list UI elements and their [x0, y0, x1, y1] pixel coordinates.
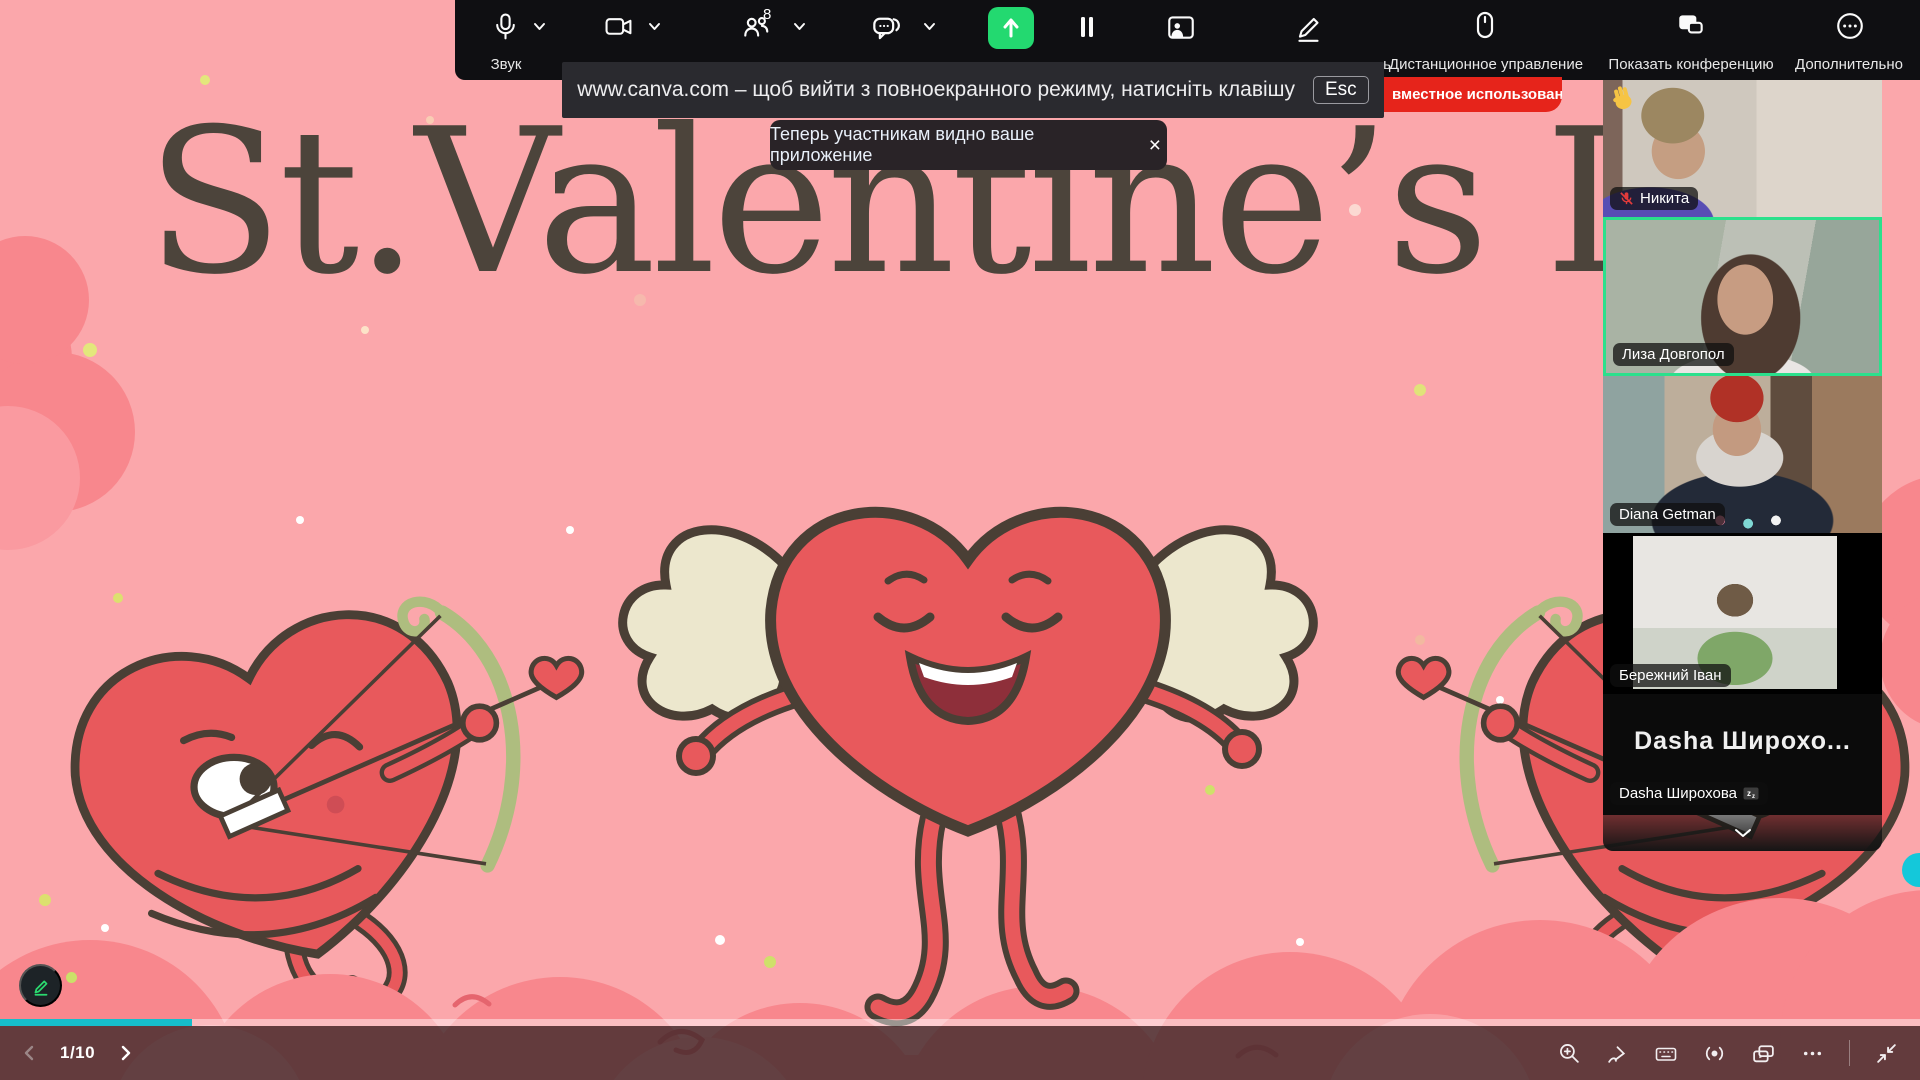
switch-windows-icon[interactable] — [1751, 1042, 1776, 1065]
chevron-down-icon — [1733, 827, 1753, 839]
muted-microphone-icon — [1619, 191, 1634, 206]
presentation-bottom-bar: 1/10 — [0, 1026, 1920, 1080]
more-menu-label[interactable]: Дополнительно — [1795, 56, 1903, 73]
toast-text: Теперь участникам видно ваше приложение — [770, 124, 1113, 166]
app-window: St.Valentine’s Da — [0, 0, 1920, 1080]
raised-hand-emoji — [1609, 84, 1637, 117]
share-up-arrow-icon — [999, 15, 1023, 41]
zoom-in-icon[interactable] — [1558, 1042, 1581, 1065]
participant-tile-nikita[interactable]: Никита — [1603, 80, 1882, 217]
audio-label: Звук — [491, 56, 522, 73]
collapse-participants-strip[interactable] — [1603, 815, 1882, 851]
chat-icon[interactable] — [871, 11, 902, 42]
participant-name-label: Бережний Іван — [1610, 664, 1731, 687]
participant-tile-diana[interactable]: Diana Getman — [1603, 376, 1882, 533]
canva-view-controls — [1558, 1026, 1898, 1080]
participants-menu-chevron-icon[interactable] — [793, 22, 806, 31]
participant-tile-liza-active-speaker[interactable]: Лиза Довгопол — [1603, 217, 1882, 376]
cupid-heart — [51, 592, 581, 1001]
participant-tile-dasha[interactable]: Dasha Широхо... Dasha Широхова z z — [1603, 694, 1882, 815]
participant-name-label: Никита — [1610, 187, 1698, 210]
toast-close-icon[interactable]: × — [1143, 134, 1167, 157]
annotation-color-dot — [66, 972, 77, 983]
microphone-icon[interactable] — [491, 11, 520, 43]
microphone-menu-chevron-icon[interactable] — [533, 22, 546, 31]
next-slide-button[interactable] — [119, 1044, 133, 1062]
fullscreen-notice-text: www.canva.com – щоб вийти з повноекранно… — [577, 78, 1295, 102]
participant-placeholder-name: Dasha Широхо... — [1634, 727, 1851, 756]
sharing-toast: Теперь участникам видно ваше приложение … — [770, 120, 1167, 170]
esc-key-badge: Esc — [1313, 76, 1369, 104]
previous-slide-button[interactable] — [22, 1044, 36, 1062]
sharing-banner-text: вместное использование — [1392, 86, 1562, 103]
remote-control-label[interactable]: Дистанционное управление — [1389, 56, 1583, 73]
keyboard-icon[interactable] — [1654, 1042, 1678, 1065]
slide-progress-track[interactable] — [0, 1019, 1920, 1026]
screen-sharing-banner: вместное использование — [1358, 77, 1562, 112]
broadcast-icon[interactable] — [1703, 1042, 1726, 1065]
annotate-tool-icon[interactable] — [1293, 10, 1325, 44]
page-navigation: 1/10 — [22, 1026, 133, 1080]
share-screen-button[interactable] — [988, 7, 1034, 49]
participants-count-badge: 8 — [763, 6, 771, 23]
controls-divider — [1849, 1040, 1850, 1066]
video-thumbnail-icon[interactable] — [1165, 12, 1197, 42]
participant-name-label: Diana Getman — [1610, 503, 1725, 526]
camera-icon[interactable] — [603, 13, 635, 41]
participant-name-label: Лиза Довгопол — [1613, 343, 1734, 366]
chat-menu-chevron-icon[interactable] — [923, 22, 936, 31]
remote-control-icon[interactable] — [1471, 10, 1499, 44]
participant-name-label: Dasha Широхова z z — [1610, 782, 1768, 805]
away-zzz-icon: z z — [1743, 787, 1759, 800]
more-menu-icon[interactable] — [1835, 11, 1865, 41]
svg-text:z: z — [1747, 789, 1751, 798]
annotate-button[interactable] — [19, 964, 62, 1007]
svg-text:z: z — [1752, 794, 1755, 800]
participant-tile-ivan[interactable]: Бережний Іван — [1603, 533, 1882, 694]
show-conference-icon[interactable] — [1675, 11, 1707, 41]
winged-heart — [623, 512, 1314, 1012]
show-conference-label[interactable]: Показать конференцию — [1608, 56, 1773, 73]
sign-pen-icon[interactable] — [1606, 1042, 1629, 1065]
slide-progress-fill — [0, 1019, 192, 1026]
fullscreen-notice: www.canva.com – щоб вийти з повноекранно… — [562, 62, 1384, 118]
left-clouds — [0, 236, 135, 550]
participants-panel: Никита Лиза Довгопол Diana Getman Бережн… — [1603, 80, 1882, 851]
page-indicator: 1/10 — [60, 1043, 95, 1063]
more-options-icon[interactable] — [1801, 1042, 1824, 1065]
pause-share-icon[interactable] — [1075, 12, 1099, 42]
pencil-icon — [29, 974, 53, 998]
exit-fullscreen-icon[interactable] — [1875, 1042, 1898, 1065]
camera-menu-chevron-icon[interactable] — [648, 22, 661, 31]
